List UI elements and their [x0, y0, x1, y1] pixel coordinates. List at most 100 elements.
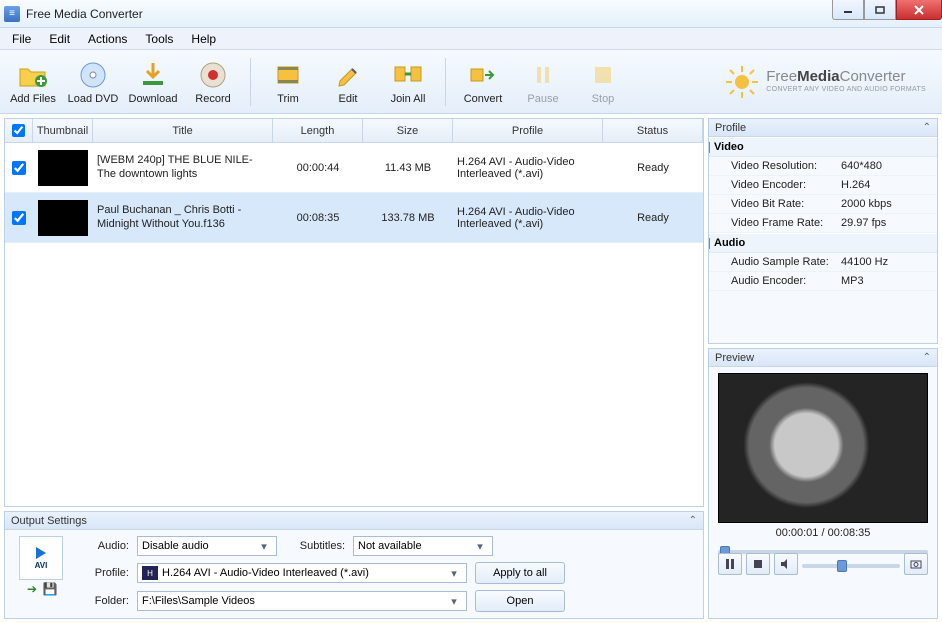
profile-label: Profile:: [79, 567, 129, 579]
table-row[interactable]: Paul Buchanan _ Chris Botti - Midnight W…: [5, 193, 703, 243]
add-files-button[interactable]: Add Files: [6, 57, 60, 107]
preview-panel: Preview ⌃ 00:00:01 / 00:08:35: [708, 348, 938, 619]
chevron-down-icon: ▾: [256, 540, 272, 553]
download-button[interactable]: Download: [126, 57, 180, 107]
audio-encoder-value[interactable]: MP3: [841, 275, 864, 287]
header-title[interactable]: Title: [93, 119, 273, 142]
video-bitrate-key: Video Bit Rate:: [731, 198, 841, 210]
header-length[interactable]: Length: [273, 119, 363, 142]
row-size: 11.43 MB: [363, 143, 453, 192]
preview-pause-button[interactable]: [718, 553, 742, 575]
video-encoder-key: Video Encoder:: [731, 179, 841, 191]
row-checkbox[interactable]: [12, 211, 26, 225]
video-resolution-value[interactable]: 640*480: [841, 160, 882, 172]
row-length: 00:08:35: [273, 193, 363, 242]
trim-button[interactable]: Trim: [261, 57, 315, 107]
header-status[interactable]: Status: [603, 119, 703, 142]
chevron-down-icon: ▾: [446, 567, 462, 580]
row-status: Ready: [603, 143, 703, 192]
dvd-icon: [77, 59, 109, 91]
sun-icon: [724, 64, 760, 100]
collapse-icon[interactable]: ⌃: [923, 122, 931, 133]
video-encoder-value[interactable]: H.264: [841, 179, 870, 191]
row-status: Ready: [603, 193, 703, 242]
pause-icon: [527, 59, 559, 91]
save-icon[interactable]: 💾: [42, 582, 58, 596]
audio-label: Audio:: [79, 540, 129, 552]
audio-encoder-key: Audio Encoder:: [731, 275, 841, 287]
stop-button: Stop: [576, 57, 630, 107]
window-maximize-button[interactable]: [864, 0, 896, 20]
window-title: Free Media Converter: [26, 7, 143, 21]
row-title: [WEBM 240p] THE BLUE NILE- The downtown …: [93, 143, 273, 192]
audio-samplerate-key: Audio Sample Rate:: [731, 256, 841, 268]
download-icon: [137, 59, 169, 91]
output-settings-header: Output Settings ⌃: [5, 512, 703, 530]
menu-tools[interactable]: Tools: [137, 30, 181, 48]
audio-samplerate-value[interactable]: 44100 Hz: [841, 256, 888, 268]
subtitles-label: Subtitles:: [285, 540, 345, 552]
table-row[interactable]: [WEBM 240p] THE BLUE NILE- The downtown …: [5, 143, 703, 193]
profile-combo[interactable]: HH.264 AVI - Audio-Video Interleaved (*.…: [137, 563, 467, 583]
convert-icon: [467, 59, 499, 91]
app-icon: ≡: [4, 6, 20, 22]
record-button[interactable]: Record: [186, 57, 240, 107]
profile-panel: Profile ⌃ −Video Video Resolution:640*48…: [708, 118, 938, 344]
folder-combo[interactable]: F:\Files\Sample Videos▾: [137, 591, 467, 611]
record-icon: [197, 59, 229, 91]
row-profile: H.264 AVI - Audio-Video Interleaved (*.a…: [453, 143, 603, 192]
video-framerate-value[interactable]: 29.97 fps: [841, 217, 886, 229]
load-dvd-button[interactable]: Load DVD: [66, 57, 120, 107]
arrow-right-icon[interactable]: ➔: [24, 582, 40, 596]
output-format-icon[interactable]: AVI: [19, 536, 63, 580]
collapse-icon[interactable]: ⌃: [923, 352, 931, 363]
header-profile[interactable]: Profile: [453, 119, 603, 142]
seek-slider[interactable]: [718, 543, 928, 549]
thumbnail-image: [38, 200, 88, 236]
header-thumbnail[interactable]: Thumbnail: [33, 119, 93, 142]
stop-icon: [587, 59, 619, 91]
thumbnail-image: [38, 150, 88, 186]
join-all-button[interactable]: Join All: [381, 57, 435, 107]
expander-icon[interactable]: −: [709, 238, 710, 249]
open-folder-button[interactable]: Open: [475, 590, 565, 612]
pencil-icon: [332, 59, 364, 91]
brand-tagline: CONVERT ANY VIDEO AND AUDIO FORMATS: [766, 86, 926, 94]
menu-actions[interactable]: Actions: [80, 30, 135, 48]
menu-help[interactable]: Help: [183, 30, 224, 48]
preview-time: 00:00:01 / 00:08:35: [776, 527, 871, 539]
menu-edit[interactable]: Edit: [41, 30, 78, 48]
select-all-checkbox[interactable]: [12, 124, 25, 137]
window-close-button[interactable]: [896, 0, 942, 20]
preview-panel-title: Preview: [715, 352, 754, 364]
convert-button[interactable]: Convert: [456, 57, 510, 107]
preview-video[interactable]: [718, 373, 928, 523]
window-minimize-button[interactable]: [832, 0, 864, 20]
row-length: 00:00:44: [273, 143, 363, 192]
row-profile: H.264 AVI - Audio-Video Interleaved (*.a…: [453, 193, 603, 242]
folder-label: Folder:: [79, 595, 129, 607]
profile-audio-section[interactable]: −Audio: [709, 233, 937, 253]
apply-to-all-button[interactable]: Apply to all: [475, 562, 565, 584]
snapshot-button[interactable]: [904, 553, 928, 575]
folder-plus-icon: [17, 59, 49, 91]
edit-button[interactable]: Edit: [321, 57, 375, 107]
collapse-icon[interactable]: ⌃: [689, 515, 697, 526]
expander-icon[interactable]: −: [709, 142, 710, 153]
preview-mute-button[interactable]: [774, 553, 798, 575]
row-size: 133.78 MB: [363, 193, 453, 242]
pause-button: Pause: [516, 57, 570, 107]
header-checkbox[interactable]: [5, 119, 33, 142]
row-checkbox[interactable]: [12, 161, 26, 175]
audio-combo[interactable]: Disable audio▾: [137, 536, 277, 556]
video-bitrate-value[interactable]: 2000 kbps: [841, 198, 892, 210]
subtitles-combo[interactable]: Not available▾: [353, 536, 493, 556]
preview-stop-button[interactable]: [746, 553, 770, 575]
header-size[interactable]: Size: [363, 119, 453, 142]
file-list: Thumbnail Title Length Size Profile Stat…: [4, 118, 704, 507]
profile-video-section[interactable]: −Video: [709, 137, 937, 157]
volume-slider[interactable]: [802, 557, 900, 571]
join-icon: [392, 59, 424, 91]
menu-file[interactable]: File: [4, 30, 39, 48]
output-settings-panel: Output Settings ⌃ AVI ➔ 💾 Audio:: [4, 511, 704, 619]
